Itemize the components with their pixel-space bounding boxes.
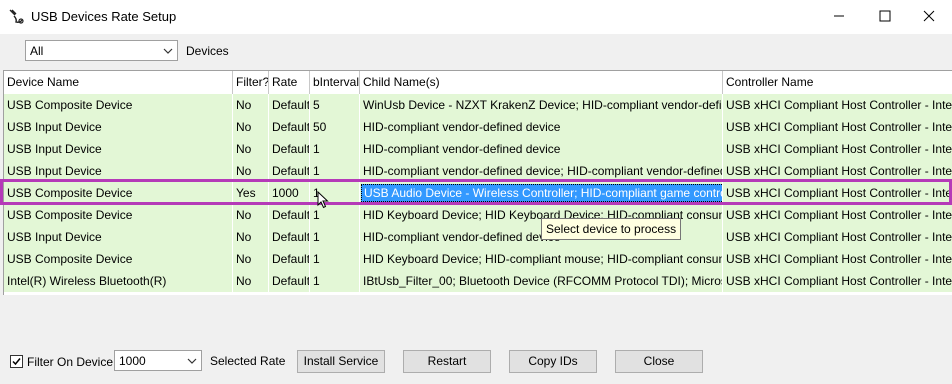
- table-row[interactable]: USB Composite Device Yes 1000 1 USB Audio De…: [4, 182, 952, 205]
- close-window-button[interactable]: [906, 0, 952, 32]
- column-header-rate[interactable]: Rate: [269, 71, 310, 94]
- rate-dropdown-value: 1000: [119, 354, 146, 368]
- column-header-device-name[interactable]: Device Name: [4, 71, 233, 94]
- table-row[interactable]: USB Input Device No Default 1 HID-compliant …: [4, 138, 952, 161]
- device-filter-value: All: [30, 44, 44, 58]
- maximize-button[interactable]: [862, 0, 908, 32]
- cell-child-names[interactable]: HID-compliant vendor-defined device; HID…: [360, 160, 723, 182]
- table-row[interactable]: Intel(R) Wireless Bluetooth(R) No Default 1…: [4, 270, 952, 293]
- column-header-controller-name[interactable]: Controller Name: [723, 71, 952, 94]
- restart-button[interactable]: Restart: [403, 350, 491, 373]
- cell-filter[interactable]: No: [233, 226, 269, 248]
- cell-rate[interactable]: 1000: [269, 182, 310, 204]
- chevron-down-icon: [163, 48, 173, 54]
- cell-binterval[interactable]: 1: [310, 226, 360, 248]
- cell-device-name[interactable]: USB Composite Device: [4, 248, 233, 270]
- install-service-button[interactable]: Install Service: [297, 350, 385, 373]
- cell-filter[interactable]: No: [233, 204, 269, 226]
- cell-controller-name[interactable]: USB xHCI Compliant Host Controller - Int…: [723, 226, 952, 248]
- cell-child-names[interactable]: HID-compliant vendor-defined device: [360, 138, 723, 160]
- table-row[interactable]: USB Composite Device No Default 1 HID Keyboa…: [4, 248, 952, 271]
- cell-device-name[interactable]: USB Input Device: [4, 116, 233, 138]
- cell-rate[interactable]: Default: [269, 160, 310, 182]
- cell-filter[interactable]: Yes: [233, 182, 269, 204]
- cell-filter[interactable]: No: [233, 160, 269, 182]
- cell-device-name[interactable]: USB Input Device: [4, 138, 233, 160]
- column-header-filter[interactable]: Filter?: [233, 71, 269, 94]
- cell-filter[interactable]: No: [233, 270, 269, 292]
- device-filter-dropdown[interactable]: All: [25, 40, 178, 61]
- mouse-cursor-icon: [317, 191, 329, 209]
- cell-device-name[interactable]: USB Composite Device: [4, 182, 233, 204]
- cell-controller-name[interactable]: USB xHCI Compliant Host Controller - Int…: [723, 248, 952, 270]
- cell-controller-name[interactable]: USB xHCI Compliant Host Controller - Int…: [723, 270, 952, 292]
- cell-controller-name[interactable]: USB xHCI Compliant Host Controller - Int…: [723, 94, 952, 116]
- cell-device-name[interactable]: USB Composite Device: [4, 204, 233, 226]
- cell-rate[interactable]: Default: [269, 270, 310, 292]
- selected-cell-text: USB Audio Device - Wireless Controller; …: [361, 184, 722, 202]
- cell-rate[interactable]: Default: [269, 94, 310, 116]
- cell-child-names[interactable]: WinUsb Device - NZXT KrakenZ Device; HID…: [360, 94, 723, 116]
- cell-child-names[interactable]: HID-compliant vendor-defined device: [360, 116, 723, 138]
- cell-binterval[interactable]: 1: [310, 138, 360, 160]
- cell-filter[interactable]: No: [233, 248, 269, 270]
- cell-rate[interactable]: Default: [269, 116, 310, 138]
- cell-filter[interactable]: No: [233, 94, 269, 116]
- column-header-child-names[interactable]: Child Name(s): [360, 71, 723, 94]
- cell-binterval[interactable]: 50: [310, 116, 360, 138]
- table-header: Device Name Filter? Rate bInterval Child…: [4, 71, 952, 95]
- cell-child-names[interactable]: HID Keyboard Device; HID-compliant mouse…: [360, 248, 723, 270]
- cell-child-names[interactable]: USB Audio Device - Wireless Controller; …: [360, 182, 723, 204]
- cell-controller-name[interactable]: USB xHCI Compliant Host Controller - Int…: [723, 138, 952, 160]
- usb-plug-icon: [9, 9, 24, 24]
- cell-filter[interactable]: No: [233, 138, 269, 160]
- table-row[interactable]: USB Composite Device No Default 1 HID Keyboa…: [4, 204, 952, 227]
- cell-binterval[interactable]: 1: [310, 270, 360, 292]
- cell-rate[interactable]: Default: [269, 204, 310, 226]
- cell-controller-name[interactable]: USB xHCI Compliant Host Controller - Int…: [723, 182, 952, 204]
- close-button[interactable]: Close: [615, 350, 703, 373]
- rate-dropdown[interactable]: 1000: [114, 350, 202, 371]
- device-table: Device Name Filter? Rate bInterval Child…: [3, 70, 952, 295]
- selected-rate-label: Selected Rate: [210, 354, 286, 368]
- cell-device-name[interactable]: Intel(R) Wireless Bluetooth(R): [4, 270, 233, 292]
- minimize-icon: [834, 15, 844, 17]
- table-row[interactable]: USB Input Device No Default 1 HID-compliant …: [4, 226, 952, 249]
- close-icon: [923, 10, 935, 22]
- copy-ids-button[interactable]: Copy IDs: [509, 350, 597, 373]
- devices-label: Devices: [186, 44, 229, 58]
- checkmark-icon: [12, 358, 21, 366]
- table-row[interactable]: USB Input Device No Default 1 HID-compliant …: [4, 160, 952, 183]
- cell-controller-name[interactable]: USB xHCI Compliant Host Controller - Int…: [723, 160, 952, 182]
- window-title: USB Devices Rate Setup: [31, 9, 177, 24]
- cell-device-name[interactable]: USB Composite Device: [4, 94, 233, 116]
- cell-binterval[interactable]: 1: [310, 160, 360, 182]
- chevron-down-icon: [187, 358, 197, 364]
- filter-on-device-label[interactable]: Filter On Device: [27, 355, 113, 369]
- cell-filter[interactable]: No: [233, 116, 269, 138]
- cell-rate[interactable]: Default: [269, 138, 310, 160]
- table-row[interactable]: USB Composite Device No Default 5 WinUsb Dev…: [4, 94, 952, 117]
- cell-device-name[interactable]: USB Input Device: [4, 226, 233, 248]
- filter-on-device-checkbox[interactable]: [10, 355, 23, 368]
- maximize-icon: [879, 10, 891, 22]
- table-row[interactable]: USB Input Device No Default 50 HID-compliant…: [4, 116, 952, 139]
- title-bar: USB Devices Rate Setup: [0, 0, 952, 34]
- footer-bar: Filter On Device 1000 Selected Rate Inst…: [0, 340, 952, 384]
- column-header-binterval[interactable]: bInterval: [310, 71, 360, 94]
- cell-rate[interactable]: Default: [269, 226, 310, 248]
- cell-rate[interactable]: Default: [269, 248, 310, 270]
- cell-controller-name[interactable]: USB xHCI Compliant Host Controller - Int…: [723, 204, 952, 226]
- tooltip: Select device to process: [541, 218, 682, 240]
- cell-binterval[interactable]: 1: [310, 248, 360, 270]
- cell-binterval[interactable]: 5: [310, 94, 360, 116]
- cell-controller-name[interactable]: USB xHCI Compliant Host Controller - Int…: [723, 116, 952, 138]
- cell-child-names[interactable]: IBtUsb_Filter_00; Bluetooth Device (RFCO…: [360, 270, 723, 292]
- minimize-button[interactable]: [816, 0, 862, 32]
- cell-device-name[interactable]: USB Input Device: [4, 160, 233, 182]
